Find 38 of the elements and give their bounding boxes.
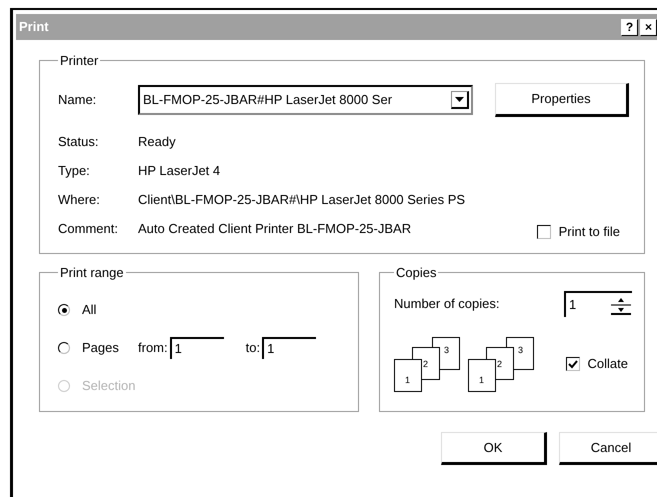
collated-pages-drawing: 1 2 3 (468, 335, 534, 393)
field-label: to: (246, 339, 260, 358)
copies-spinner[interactable]: 1 (564, 291, 632, 317)
field-label: Status: (58, 132, 100, 151)
field-value: Client\BL-FMOP-25-JBAR#\HP LaserJet 8000 Series PS (138, 190, 466, 209)
dropdown-button[interactable] (451, 91, 469, 109)
field-label: Number of copies: (394, 295, 500, 314)
field-label: from: (138, 339, 168, 358)
group-label: Copies (395, 266, 438, 279)
field-label: Name: (58, 91, 98, 110)
collate-checkbox[interactable] (566, 357, 580, 371)
radio-button[interactable] (58, 342, 70, 354)
caret-icon (455, 97, 464, 102)
field-value: Auto Created Client Printer BL-FMOP-25-JBAR (138, 220, 412, 238)
collated-pages-drawing: 1 2 3 (394, 335, 460, 393)
checkbox-label: Print to file (558, 222, 620, 241)
group-label: Print range (59, 266, 125, 279)
help-button[interactable]: ? (621, 18, 638, 36)
window-title: Print (19, 18, 49, 36)
print-to-file-checkbox[interactable] (536, 224, 551, 238)
group-label: Printer (59, 54, 100, 67)
field-label: Comment: (58, 220, 119, 238)
close-button[interactable]: × (640, 18, 657, 36)
field-value: HP LaserJet 4 (138, 162, 220, 180)
page-number-field[interactable]: 1 (170, 337, 224, 359)
radio-button[interactable] (58, 304, 70, 316)
field-label: Type: (58, 162, 91, 180)
field-value: Ready (138, 132, 176, 151)
checkbox-label: Collate (588, 355, 628, 374)
cancel-button[interactable]: Cancel (559, 432, 657, 465)
printer-select[interactable]: BL-FMOP-25-JBAR#HP LaserJet 8000 Ser (138, 85, 473, 115)
field-label: Where: (58, 190, 101, 209)
radio-label: All (82, 301, 98, 320)
properties-button[interactable]: Properties (495, 83, 629, 117)
page-number-field[interactable]: 1 (262, 337, 316, 359)
radio-label: Selection (82, 377, 136, 396)
ok-button[interactable]: OK (441, 432, 547, 465)
radio-label: Pages (82, 339, 120, 358)
